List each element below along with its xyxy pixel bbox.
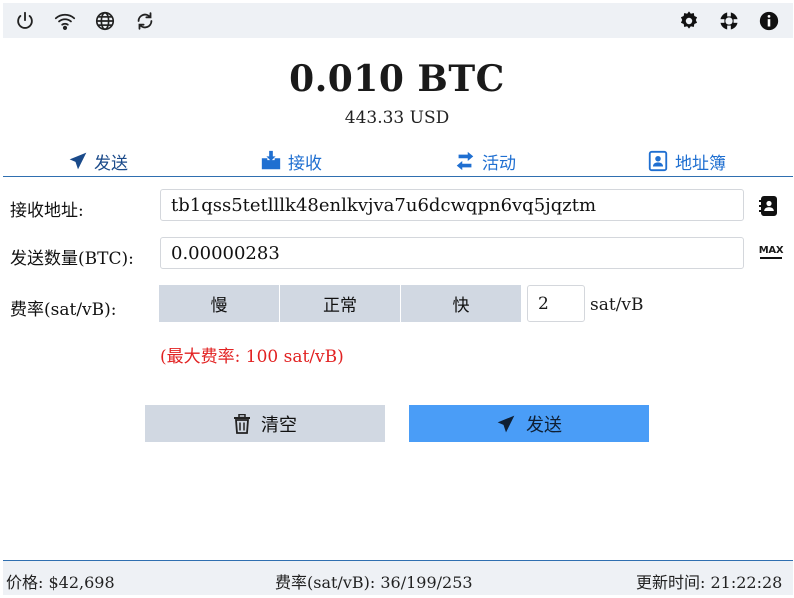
fee-rate-label: 费率(sat/vB):: [10, 300, 117, 320]
power-icon[interactable]: [13, 9, 37, 33]
activity-icon: [456, 151, 474, 171]
receive-icon: [261, 150, 281, 170]
tab-send-label: 发送: [94, 153, 128, 174]
tab-activity-label: 活动: [482, 153, 516, 174]
max-underline: [760, 257, 782, 259]
price-status: 价格: $42,698: [6, 573, 115, 592]
updated-time-status: 更新时间: 21:22:28: [636, 573, 783, 592]
fee-slow-button[interactable]: 慢: [159, 285, 279, 322]
wifi-icon[interactable]: [53, 9, 77, 33]
globe-icon[interactable]: [93, 9, 117, 33]
top-toolbar: [3, 3, 793, 38]
fee-fast-button[interactable]: 快: [401, 285, 521, 322]
trash-icon: [234, 413, 250, 434]
max-fee-warning: (最大费率: 100 sat/vB): [160, 347, 344, 367]
address-book-icon: [648, 150, 668, 172]
info-icon[interactable]: [757, 9, 781, 33]
balance-usd: 443.33 USD: [344, 108, 450, 128]
tab-address-book[interactable]: 地址簿: [647, 146, 726, 176]
tab-address-book-label: 地址簿: [675, 153, 726, 174]
refresh-icon[interactable]: [133, 9, 157, 33]
status-bar: 价格: $42,698 费率(sat/vB): 36/199/253 更新时间:…: [3, 561, 793, 595]
send-button[interactable]: 发送: [409, 405, 649, 442]
address-label: 接收地址:: [10, 201, 84, 221]
settings-icon[interactable]: [677, 9, 701, 33]
tab-divider: [3, 176, 793, 177]
fee-rates-status: 费率(sat/vB): 36/199/253: [275, 573, 473, 592]
max-button-label: MAX: [758, 245, 784, 256]
clear-button-label: 清空: [261, 414, 297, 436]
tab-receive-label: 接收: [288, 153, 322, 174]
send-button-label: 发送: [526, 414, 562, 436]
fee-rate-input[interactable]: 2: [527, 285, 585, 322]
tab-send[interactable]: 发送: [68, 146, 128, 176]
tab-receive[interactable]: 接收: [260, 146, 322, 176]
send-icon: [497, 415, 515, 432]
tab-activity[interactable]: 活动: [454, 146, 516, 176]
max-button[interactable]: MAX: [756, 239, 786, 265]
main-tabs: 发送 接收 活动 地址簿: [3, 146, 793, 176]
balance-amount: 0.010 BTC: [289, 58, 505, 100]
address-input[interactable]: tb1qss5tetlllk48enlkvjva7u6dcwqpn6vq5jqz…: [160, 189, 744, 221]
fee-normal-button[interactable]: 正常: [280, 285, 400, 322]
send-icon: [69, 152, 87, 170]
amount-input[interactable]: 0.00000283: [160, 237, 744, 269]
contact-book-icon[interactable]: [756, 193, 782, 219]
fee-unit-label: sat/vB: [590, 295, 644, 315]
clear-button[interactable]: 清空: [145, 405, 385, 442]
lifebuoy-icon[interactable]: [717, 9, 741, 33]
amount-label: 发送数量(BTC):: [10, 249, 134, 269]
